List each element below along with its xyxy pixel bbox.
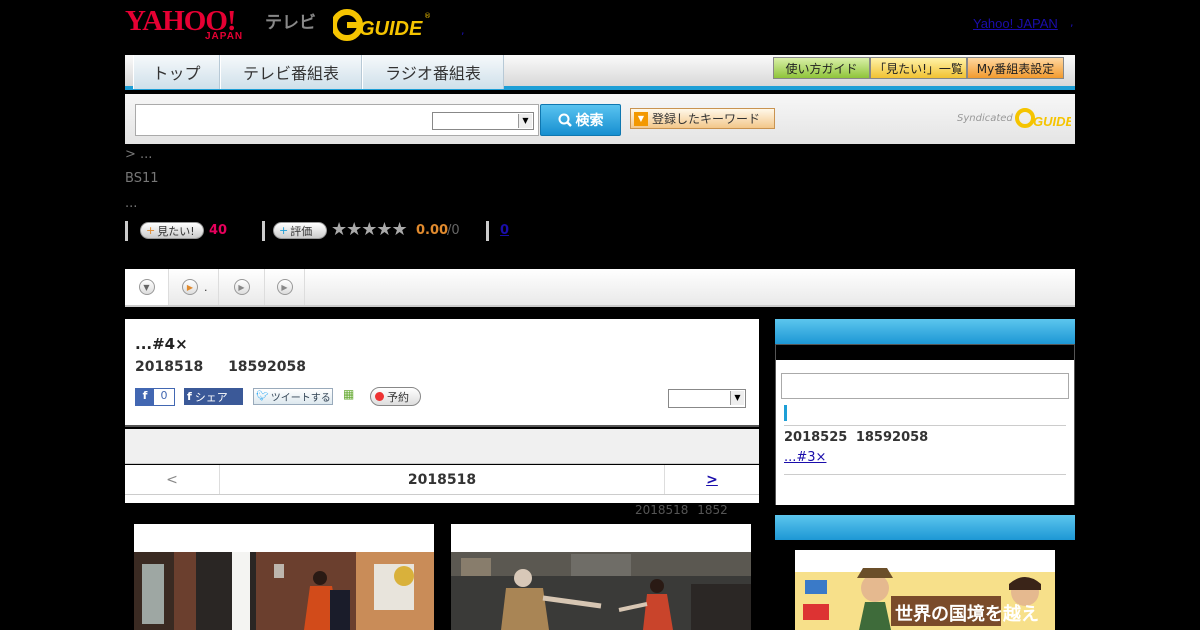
facebook-share-button[interactable]: f シェア — [184, 388, 243, 405]
banner-graphic: 世界の国境を越え — [795, 550, 1055, 630]
divider — [262, 221, 265, 241]
rating-score: 0.00 — [416, 223, 449, 238]
add-calendar-icon[interactable]: ▦ — [343, 387, 359, 403]
nav-tab-radio-schedule[interactable]: ラジオ番組表 — [362, 55, 504, 89]
gguide-logo-graphic: GUIDE ® — [331, 9, 431, 41]
sidebar-banner-image[interactable]: 世界の国境を越え — [795, 550, 1055, 630]
gguide-logo-text: GUIDE — [359, 18, 423, 40]
nav-tab-tv-schedule[interactable]: テレビ番組表 — [220, 55, 362, 89]
evaluate-button[interactable]: + 評価 — [273, 222, 327, 239]
channel-name: BS11 — [125, 171, 159, 186]
header-dot: , — [461, 24, 465, 37]
divider — [486, 221, 489, 241]
mitai-count: 40 — [209, 223, 228, 238]
nav-tab-top[interactable]: トップ — [133, 55, 220, 89]
divider — [125, 221, 128, 241]
program-genre-ellipsis: ... — [125, 196, 138, 211]
svg-text:GUIDE: GUIDE — [1033, 114, 1071, 129]
program-title: ...#4× — [135, 335, 188, 353]
sidebar-next-episode-link[interactable]: ...#3× — [784, 450, 826, 465]
facebook-icon: f — [187, 390, 192, 403]
svg-text:®: ® — [424, 12, 431, 20]
header-dot-right: , — [1070, 16, 1074, 29]
subtab-4[interactable]: ▶ — [265, 269, 305, 305]
page: YAHOO! JAPAN テレビ GUIDE ® , Yahoo! JAPAN … — [0, 0, 1200, 630]
rating-count: /0 — [447, 223, 460, 238]
registered-keyword-label: 登録したキーワード — [652, 112, 761, 126]
sidebar-header-1 — [775, 319, 1075, 344]
plus-icon: + — [279, 224, 289, 237]
subtab-3[interactable]: ▶ — [219, 269, 265, 305]
program-datetime: 2018518 18592058 — [135, 359, 306, 375]
program-photo-2[interactable] — [451, 524, 751, 630]
facebook-share-label: シェア — [194, 390, 228, 404]
tweet-button[interactable]: 🐦︎ ツイートする — [253, 388, 333, 405]
photo-image-1 — [134, 524, 434, 630]
yahoo-japan-link[interactable]: Yahoo! JAPAN — [973, 16, 1058, 31]
search-icon — [558, 113, 572, 127]
play-icon: ▶ — [233, 279, 250, 295]
program-description-band — [125, 429, 759, 464]
star-rating-icon: ★★★★★ — [331, 219, 408, 240]
next-date-button[interactable]: > — [664, 465, 759, 494]
search-button[interactable]: 検索 — [540, 104, 621, 136]
sidebar-next-airdate: 2018525 18592058 — [784, 430, 929, 445]
syndicated-gguide-logo: Syndicated GUIDE — [957, 107, 1071, 129]
program-sub-tabs: ▼ ▶ . ▶ ▶ — [125, 269, 1075, 307]
facebook-icon: f — [136, 389, 154, 405]
subtab-1[interactable]: ▼ — [125, 269, 169, 305]
dropdown-arrow-icon: ▼ — [634, 111, 648, 126]
my-schedule-settings-button[interactable]: My番組表設定 — [967, 57, 1064, 79]
banner-headline-text: 世界の国境を越え — [895, 603, 1039, 625]
play-icon: ▶ — [182, 279, 198, 295]
sidebar-section-marker — [784, 405, 787, 421]
card-select[interactable]: ▼ — [668, 389, 746, 408]
subtab-2-label: . — [204, 280, 208, 294]
usage-guide-button[interactable]: 使い方ガイド — [773, 57, 870, 79]
review-count-link[interactable]: 0 — [500, 223, 509, 238]
registered-keyword-button[interactable]: ▼ 登録したキーワード — [630, 108, 775, 129]
twitter-bird-icon: 🐦︎ — [256, 391, 269, 402]
chevron-down-icon: ▼ — [138, 279, 155, 295]
sidebar-divider — [784, 474, 1066, 475]
tweet-label: ツイートする — [270, 393, 331, 404]
search-category-select[interactable]: ▼ — [432, 112, 534, 130]
breadcrumb[interactable]: > ... — [125, 147, 152, 162]
date-nav-footer — [125, 495, 759, 503]
facebook-like-button[interactable]: f 0 — [135, 388, 175, 406]
updated-date: 2018518 1852 — [635, 503, 728, 517]
play-icon: ▶ — [276, 279, 293, 295]
syndicated-label: Syndicated — [957, 112, 1013, 124]
sidebar-divider — [784, 425, 1066, 426]
current-date: 2018518 — [407, 471, 477, 488]
yahoo-japan-logo[interactable]: YAHOO! JAPAN — [125, 6, 242, 42]
chevron-down-icon: ▼ — [730, 391, 744, 405]
search-bar: ▼ 検索 ▼ 登録したキーワード Syndicated GUIDE — [125, 94, 1075, 144]
mitai-label: 見たい! — [157, 224, 195, 238]
reserve-label: 予約 — [387, 390, 409, 404]
chevron-down-icon: ▼ — [518, 114, 532, 128]
gguide-small-logo: GUIDE — [1014, 108, 1071, 129]
search-button-label: 検索 — [575, 113, 604, 129]
evaluate-label: 評価 — [290, 224, 313, 238]
japan-logo-text: JAPAN — [205, 31, 244, 42]
facebook-like-count: 0 — [160, 389, 168, 402]
mitai-list-button[interactable]: 「見たい!」一覧 — [870, 57, 967, 79]
date-navigation: < 2018518 > — [125, 465, 759, 495]
photo-image-2 — [451, 524, 751, 630]
record-icon — [375, 392, 384, 401]
sidebar-header-2 — [775, 515, 1075, 540]
program-card: ...#4× 2018518 18592058 f 0 f シェア 🐦︎ ツイー… — [125, 319, 759, 427]
program-photo-1[interactable] — [134, 524, 434, 630]
subtab-2[interactable]: ▶ . — [169, 269, 219, 305]
reserve-button[interactable]: 予約 — [370, 387, 421, 406]
tv-logo-text: テレビ — [265, 13, 316, 33]
previous-date-button[interactable]: < — [125, 465, 220, 494]
sidebar-search-input[interactable] — [781, 373, 1069, 399]
gguide-logo[interactable]: GUIDE ® — [331, 8, 433, 42]
plus-icon: + — [146, 224, 156, 237]
mitai-button[interactable]: + 見たい! — [140, 222, 204, 239]
